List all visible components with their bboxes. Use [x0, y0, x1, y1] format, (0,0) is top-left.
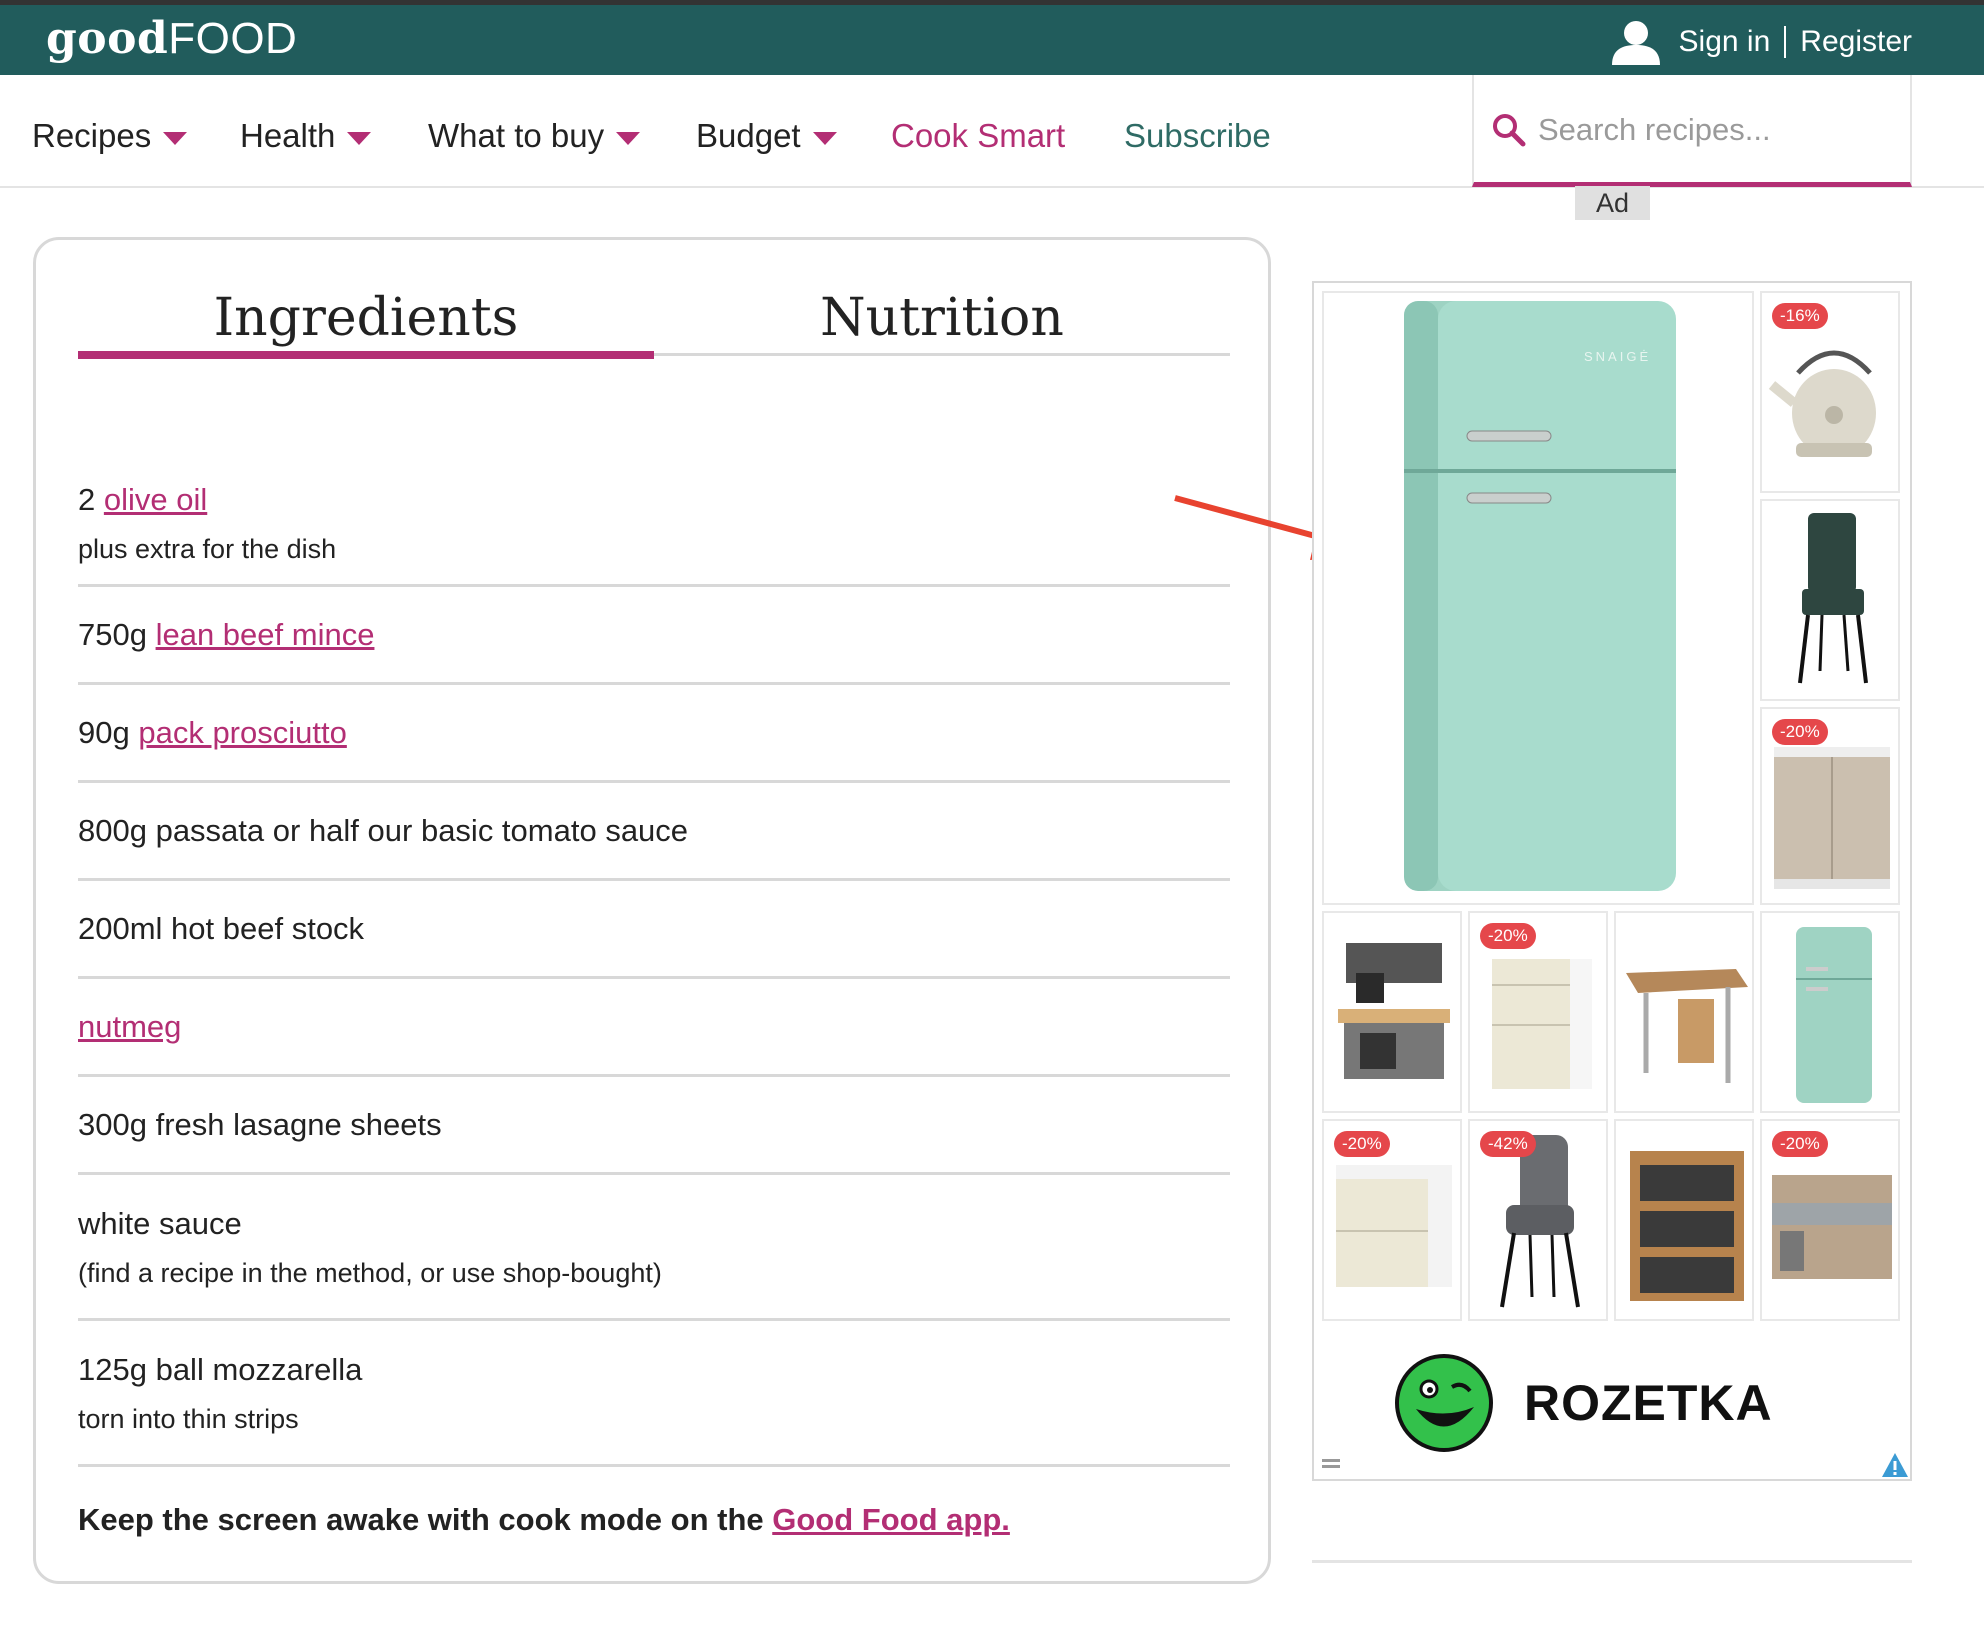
- discount-badge: -20%: [1772, 719, 1828, 745]
- ingredient-item: 125g ball mozzarella torn into thin stri…: [78, 1321, 1230, 1467]
- ad-product-shelf[interactable]: [1614, 1119, 1754, 1321]
- rozetka-smiley-icon: [1395, 1354, 1493, 1452]
- nav-cook-smart[interactable]: Cook Smart: [891, 117, 1065, 155]
- ingredient-note: plus extra for the dish: [78, 533, 337, 564]
- ingredient-text: 125g ball mozzarella: [78, 1351, 363, 1387]
- ad-product-fridge-large[interactable]: SNAIGĖ: [1322, 291, 1754, 905]
- register-link[interactable]: Register: [1800, 25, 1912, 59]
- ingredient-item: 2 olive oil plus extra for the dish: [78, 461, 1230, 587]
- ingredient-note: (find a recipe in the method, or use sho…: [78, 1257, 662, 1288]
- nav-budget[interactable]: Budget: [696, 117, 837, 155]
- top-header: goodFOOD Sign in Register: [0, 0, 1984, 75]
- play-kitchen-image: [1338, 943, 1450, 1079]
- nav-recipes[interactable]: Recipes: [32, 117, 188, 155]
- ad-product-table[interactable]: [1614, 911, 1754, 1113]
- ingredient-item: nutmeg: [78, 979, 1230, 1077]
- site-logo[interactable]: goodFOOD: [46, 13, 297, 64]
- recipe-tabs: Ingredients Nutrition: [78, 280, 1230, 359]
- discount-badge: -16%: [1772, 303, 1828, 329]
- nav-what-to-buy-label: What to buy: [428, 117, 605, 154]
- ingredient-item: 800g passata or half our basic tomato sa…: [78, 783, 1230, 881]
- tab-nutrition[interactable]: Nutrition: [654, 280, 1230, 356]
- ingredient-link[interactable]: nutmeg: [78, 1009, 181, 1044]
- ingredients-card: Ingredients Nutrition 2 olive oil plus e…: [33, 237, 1271, 1584]
- ingredient-text: white sauce: [78, 1205, 242, 1241]
- account-divider: [1784, 26, 1787, 58]
- ingredient-link[interactable]: pack prosciutto: [138, 715, 347, 750]
- nav-what-to-buy[interactable]: What to buy: [428, 117, 641, 155]
- sidebar-divider: [1312, 1560, 1912, 1563]
- ad-product-chair-green[interactable]: [1760, 499, 1900, 701]
- ad-product-fridge-small[interactable]: [1760, 911, 1900, 1113]
- chevron-down-icon: [812, 131, 837, 145]
- ad-product-kettle[interactable]: -16%: [1760, 291, 1900, 493]
- rozetka-logo[interactable]: ROZETKA: [1394, 1353, 1773, 1453]
- shelf-image: [1630, 1151, 1744, 1301]
- ad-product-drawer-unit[interactable]: -20%: [1468, 911, 1608, 1113]
- discount-badge: -20%: [1480, 923, 1536, 949]
- chevron-down-icon: [616, 131, 641, 145]
- ingredient-item: 200ml hot beef stock: [78, 881, 1230, 979]
- fridge-small-image: [1796, 927, 1872, 1103]
- ingredient-note: torn into thin strips: [78, 1403, 299, 1434]
- nav-budget-label: Budget: [696, 117, 801, 154]
- ad-label: Ad: [1575, 186, 1650, 220]
- ad-product-play-kitchen[interactable]: [1322, 911, 1462, 1113]
- rozetka-wordmark: ROZETKA: [1524, 1375, 1773, 1431]
- ad-menu-icon[interactable]: [1322, 1459, 1340, 1471]
- search-icon[interactable]: [1492, 113, 1526, 147]
- ingredient-quantity: 750g: [78, 616, 156, 652]
- ingredient-item: white sauce (find a recipe in the method…: [78, 1175, 1230, 1321]
- fridge-image: SNAIGĖ: [1404, 301, 1676, 891]
- svg-text:SNAIGĖ: SNAIGĖ: [1584, 349, 1651, 364]
- ingredient-quantity: 2: [78, 481, 104, 517]
- ingredient-text: 300g fresh lasagne sheets: [78, 1106, 442, 1142]
- chevron-down-icon: [163, 131, 188, 145]
- ad-product-chair-grey[interactable]: -42%: [1468, 1119, 1608, 1321]
- account-links: Sign in Register: [1609, 19, 1912, 65]
- discount-badge: -20%: [1772, 1131, 1828, 1157]
- ingredient-item: 750g lean beef mince: [78, 587, 1230, 685]
- good-food-app-link[interactable]: Good Food app.: [772, 1502, 1010, 1537]
- tab-ingredients[interactable]: Ingredients: [78, 280, 654, 359]
- ad-banner[interactable]: SNAIGĖ -16% -20% -20% -20% -42% -20% ROZ…: [1312, 281, 1912, 1481]
- user-icon[interactable]: [1609, 19, 1663, 65]
- nav-subscribe-label: Subscribe: [1124, 117, 1271, 154]
- ad-product-kitchen-set[interactable]: -20%: [1760, 1119, 1900, 1321]
- search-input[interactable]: [1538, 105, 1898, 155]
- search-box: [1472, 75, 1912, 187]
- chair-image: [1798, 513, 1868, 684]
- ad-product-drawer-cabinet[interactable]: -20%: [1322, 1119, 1462, 1321]
- ingredient-item: 300g fresh lasagne sheets: [78, 1077, 1230, 1175]
- cook-mode-text: Keep the screen awake with cook mode on …: [78, 1502, 773, 1537]
- nav-health[interactable]: Health: [240, 117, 372, 155]
- nav-subscribe[interactable]: Subscribe: [1124, 117, 1271, 155]
- ingredient-text: 800g passata or half our basic tomato sa…: [78, 812, 689, 848]
- ad-product-cabinet[interactable]: -20%: [1760, 707, 1900, 905]
- ingredient-list: 2 olive oil plus extra for the dish 750g…: [78, 461, 1230, 1467]
- ingredient-text: 200ml hot beef stock: [78, 910, 365, 946]
- ingredient-quantity: 90g: [78, 714, 139, 750]
- nav-cook-smart-label: Cook Smart: [891, 117, 1066, 154]
- table-image: [1626, 969, 1748, 1083]
- ad-info-icon[interactable]: [1880, 1451, 1910, 1479]
- discount-badge: -20%: [1334, 1131, 1390, 1157]
- chevron-down-icon: [347, 131, 372, 145]
- nav-health-label: Health: [240, 117, 336, 154]
- cook-mode-prompt: Keep the screen awake with cook mode on …: [78, 1502, 1010, 1538]
- ingredient-link[interactable]: lean beef mince: [156, 617, 375, 652]
- nav-recipes-label: Recipes: [32, 117, 152, 154]
- ingredient-link[interactable]: olive oil: [104, 482, 207, 517]
- ingredient-item: 90g pack prosciutto: [78, 685, 1230, 783]
- sign-in-link[interactable]: Sign in: [1679, 25, 1771, 59]
- discount-badge: -42%: [1480, 1131, 1536, 1157]
